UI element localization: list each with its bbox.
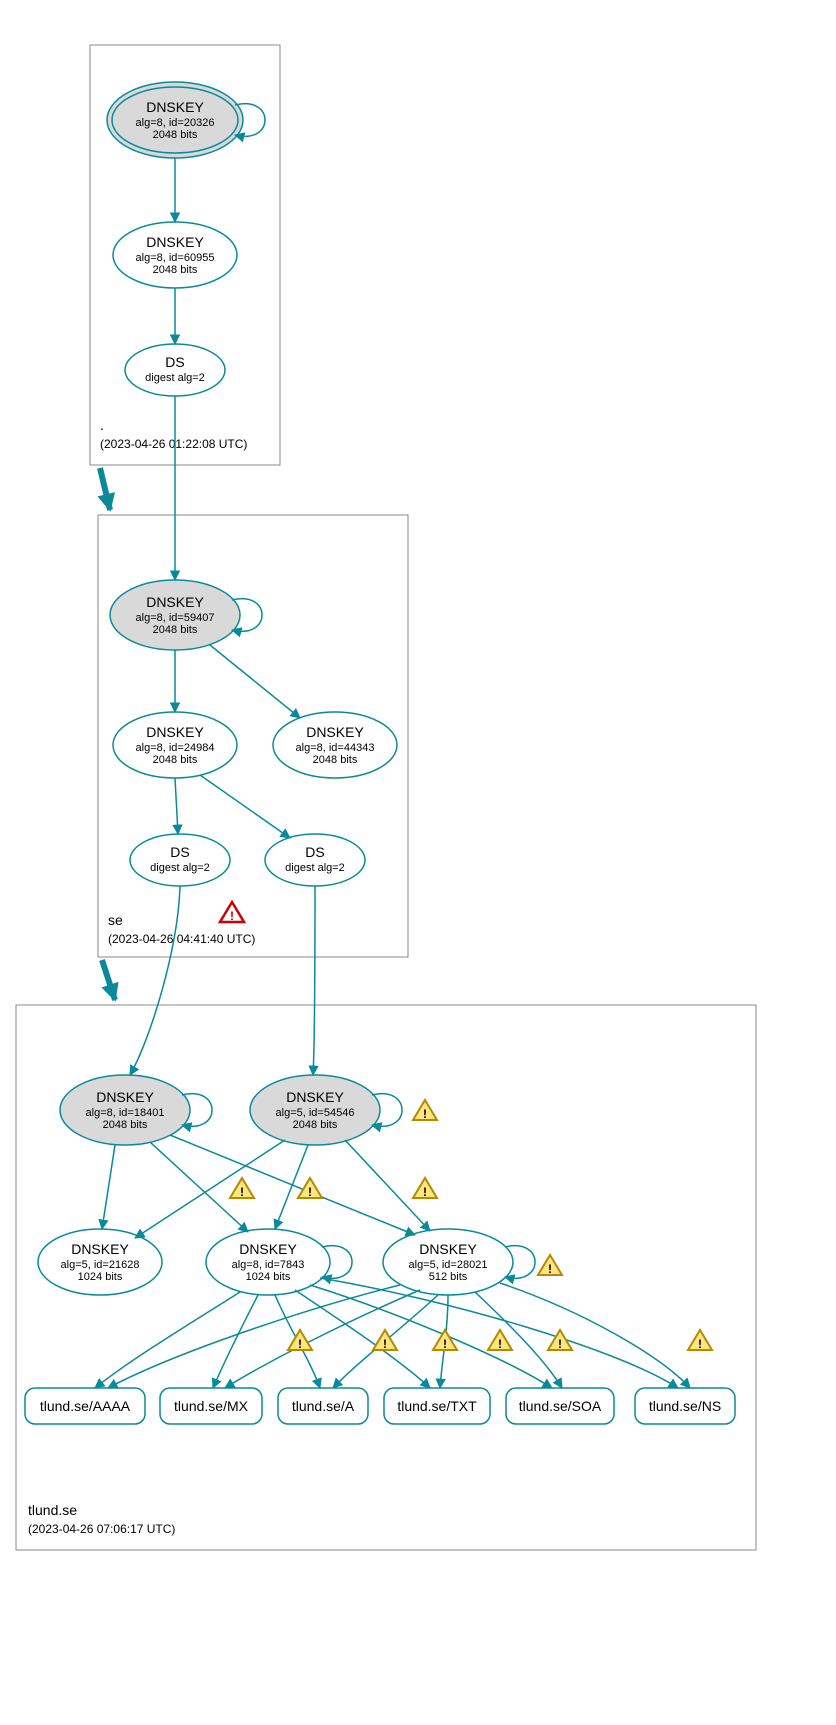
node-rr-mx: tlund.se/MX <box>160 1388 262 1424</box>
edge-se-zsk1-ds1 <box>175 778 178 834</box>
svg-text:!: ! <box>558 1337 562 1351</box>
svg-text:DNSKEY: DNSKEY <box>146 724 204 740</box>
svg-text:DNSKEY: DNSKEY <box>146 594 204 610</box>
zone-tlund-timestamp: (2023-04-26 07:06:17 UTC) <box>28 1522 175 1536</box>
svg-text:DNSKEY: DNSKEY <box>146 234 204 250</box>
node-tlund-ksk2: DNSKEY alg=5, id=54546 2048 bits <box>250 1075 380 1145</box>
svg-text:!: ! <box>498 1337 502 1351</box>
warning-icon: ! <box>413 1100 437 1121</box>
svg-text:DNSKEY: DNSKEY <box>71 1241 129 1257</box>
zone-root-timestamp: (2023-04-26 01:22:08 UTC) <box>100 437 247 451</box>
svg-text:digest alg=2: digest alg=2 <box>145 372 205 384</box>
svg-text:DS: DS <box>165 354 184 370</box>
svg-text:DNSKEY: DNSKEY <box>419 1241 477 1257</box>
svg-text:alg=8, id=60955: alg=8, id=60955 <box>136 252 215 264</box>
svg-text:2048 bits: 2048 bits <box>313 754 358 766</box>
node-root-ds: DS digest alg=2 <box>125 344 225 396</box>
error-icon: ! <box>220 902 244 923</box>
svg-text:tlund.se/SOA: tlund.se/SOA <box>519 1398 602 1414</box>
svg-text:tlund.se/TXT: tlund.se/TXT <box>397 1398 477 1414</box>
edge-se-ds1-tksk1 <box>130 886 180 1075</box>
node-rr-txt: tlund.se/TXT <box>384 1388 490 1424</box>
svg-text:DNSKEY: DNSKEY <box>306 724 364 740</box>
svg-text:2048 bits: 2048 bits <box>153 264 198 276</box>
svg-text:DNSKEY: DNSKEY <box>239 1241 297 1257</box>
svg-text:1024 bits: 1024 bits <box>246 1271 291 1283</box>
svg-text:tlund.se/A: tlund.se/A <box>292 1398 355 1414</box>
node-rr-aaaa: tlund.se/AAAA <box>25 1388 145 1424</box>
svg-text:DS: DS <box>305 844 324 860</box>
svg-text:alg=5, id=54546: alg=5, id=54546 <box>276 1107 355 1119</box>
svg-text:2048 bits: 2048 bits <box>153 129 198 141</box>
svg-text:alg=8, id=24984: alg=8, id=24984 <box>136 742 215 754</box>
svg-text:alg=8, id=20326: alg=8, id=20326 <box>136 117 215 129</box>
node-rr-ns: tlund.se/NS <box>635 1388 735 1424</box>
node-se-ksk: DNSKEY alg=8, id=59407 2048 bits <box>110 580 240 650</box>
svg-text:digest alg=2: digest alg=2 <box>285 862 345 874</box>
warning-icon: ! <box>413 1178 437 1199</box>
edge-se-zsk1-ds2 <box>200 775 290 838</box>
edge-se-ds2-tksk2 <box>313 886 315 1075</box>
node-tlund-zsk3: DNSKEY alg=5, id=28021 512 bits <box>383 1229 513 1295</box>
svg-text:!: ! <box>423 1107 427 1121</box>
svg-text:alg=5, id=28021: alg=5, id=28021 <box>409 1259 488 1271</box>
svg-text:!: ! <box>443 1337 447 1351</box>
svg-text:tlund.se/NS: tlund.se/NS <box>649 1398 721 1414</box>
node-rr-soa: tlund.se/SOA <box>506 1388 614 1424</box>
svg-text:alg=8, id=7843: alg=8, id=7843 <box>232 1259 305 1271</box>
node-se-ds1: DS digest alg=2 <box>130 834 230 886</box>
svg-text:tlund.se/AAAA: tlund.se/AAAA <box>40 1398 131 1414</box>
svg-text:!: ! <box>298 1337 302 1351</box>
svg-text:!: ! <box>383 1337 387 1351</box>
node-rr-a: tlund.se/A <box>278 1388 368 1424</box>
edge-delegation-root-se <box>100 468 110 510</box>
node-se-zsk2: DNSKEY alg=8, id=44343 2048 bits <box>273 712 397 778</box>
svg-text:2048 bits: 2048 bits <box>103 1119 148 1131</box>
svg-text:2048 bits: 2048 bits <box>293 1119 338 1131</box>
svg-text:!: ! <box>240 1185 244 1199</box>
svg-text:DS: DS <box>170 844 189 860</box>
svg-text:alg=8, id=59407: alg=8, id=59407 <box>136 612 215 624</box>
svg-text:tlund.se/MX: tlund.se/MX <box>174 1398 249 1414</box>
warning-icon: ! <box>230 1178 254 1199</box>
node-root-ksk: DNSKEY alg=8, id=20326 2048 bits <box>107 82 243 158</box>
svg-text:alg=5, id=21628: alg=5, id=21628 <box>61 1259 140 1271</box>
node-tlund-zsk1: DNSKEY alg=5, id=21628 1024 bits <box>38 1229 162 1295</box>
warning-icon: ! <box>488 1330 512 1351</box>
svg-text:DNSKEY: DNSKEY <box>146 99 204 115</box>
warning-icon: ! <box>433 1330 457 1351</box>
zone-se-label: se <box>108 912 123 928</box>
zone-tlund-label: tlund.se <box>28 1502 77 1518</box>
zone-se-timestamp: (2023-04-26 04:41:40 UTC) <box>108 932 255 946</box>
svg-text:!: ! <box>698 1337 702 1351</box>
svg-text:digest alg=2: digest alg=2 <box>150 862 210 874</box>
svg-text:DNSKEY: DNSKEY <box>96 1089 154 1105</box>
svg-text:1024 bits: 1024 bits <box>78 1271 123 1283</box>
svg-text:512 bits: 512 bits <box>429 1271 468 1283</box>
dnssec-graph: . (2023-04-26 01:22:08 UTC) DNSKEY alg=8… <box>0 0 836 1725</box>
svg-text:2048 bits: 2048 bits <box>153 754 198 766</box>
node-root-zsk: DNSKEY alg=8, id=60955 2048 bits <box>113 222 237 288</box>
node-se-zsk1: DNSKEY alg=8, id=24984 2048 bits <box>113 712 237 778</box>
svg-text:!: ! <box>308 1185 312 1199</box>
svg-text:DNSKEY: DNSKEY <box>286 1089 344 1105</box>
svg-text:alg=8, id=44343: alg=8, id=44343 <box>296 742 375 754</box>
zone-root-label: . <box>100 417 104 433</box>
warning-icon: ! <box>288 1330 312 1351</box>
edge-delegation-se-tlund <box>102 960 115 1000</box>
svg-text:alg=8, id=18401: alg=8, id=18401 <box>86 1107 165 1119</box>
svg-text:2048 bits: 2048 bits <box>153 624 198 636</box>
warning-icon: ! <box>688 1330 712 1351</box>
node-se-ds2: DS digest alg=2 <box>265 834 365 886</box>
svg-text:!: ! <box>548 1262 552 1276</box>
warning-icon: ! <box>538 1255 562 1276</box>
svg-text:!: ! <box>230 909 234 923</box>
svg-text:!: ! <box>423 1185 427 1199</box>
edge-se-ksk-zsk2 <box>210 645 300 718</box>
